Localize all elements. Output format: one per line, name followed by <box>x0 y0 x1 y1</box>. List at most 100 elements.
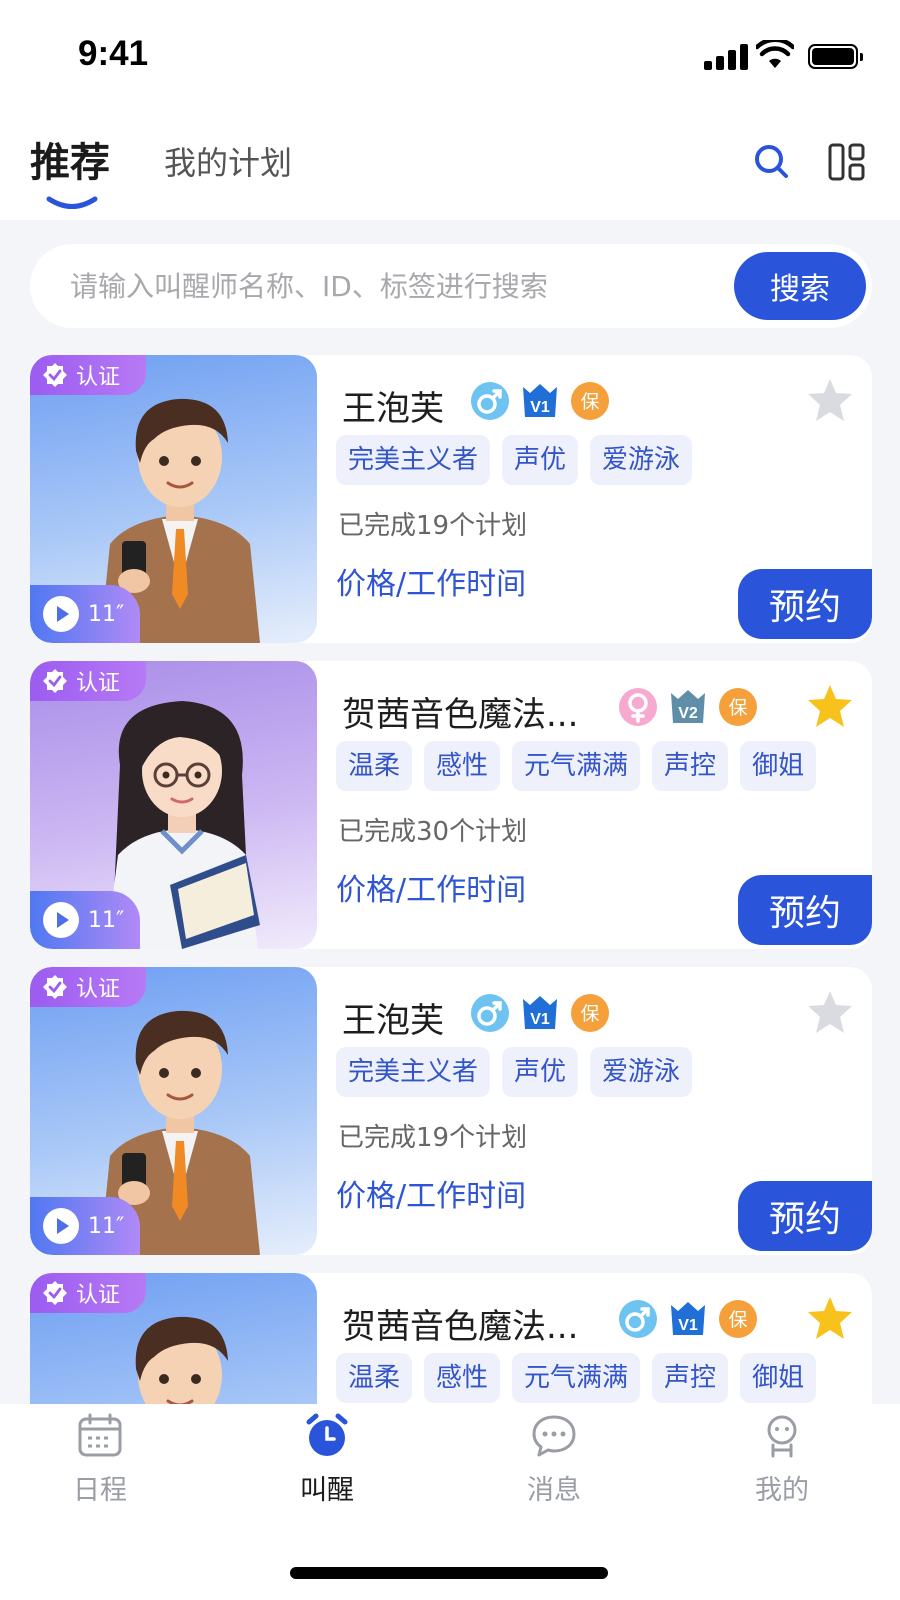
completed-count: 已完成30个计划 <box>338 817 528 847</box>
tag[interactable]: 温柔 <box>336 1353 413 1403</box>
nav-label-messages: 消息 <box>527 1475 581 1506</box>
verified-check-icon <box>43 975 67 999</box>
voice-preview-button[interactable]: 11″ <box>30 585 140 643</box>
level-badge-text: V1 <box>530 1011 550 1028</box>
level-badge-icon: V1 <box>523 384 557 417</box>
chat-icon <box>532 1415 576 1457</box>
search-button[interactable]: 搜索 <box>734 252 866 320</box>
nav-item-wake[interactable]: 叫醒 <box>267 1412 387 1512</box>
waker-name: 贺茜音色魔法... <box>342 695 579 735</box>
level-badge-text: V1 <box>678 1317 698 1334</box>
home-indicator <box>290 1567 608 1579</box>
tag-list: 温柔 感性 元气满满 声控 御姐 <box>336 741 828 791</box>
voice-preview-button[interactable]: 11″ <box>30 891 140 949</box>
female-icon <box>619 688 657 726</box>
top-tabs: 推荐 我的计划 <box>0 120 900 220</box>
alarm-clock-icon <box>306 1413 348 1456</box>
tag[interactable]: 元气满满 <box>512 1353 641 1403</box>
male-icon <box>471 994 509 1032</box>
tag[interactable]: 御姐 <box>740 1353 817 1403</box>
verified-label: 认证 <box>76 977 121 1002</box>
guarantee-badge-icon: 保 <box>719 1300 757 1338</box>
tag[interactable]: 完美主义者 <box>336 1047 491 1097</box>
tag[interactable]: 元气满满 <box>512 741 641 791</box>
book-button[interactable]: 预约 <box>738 875 872 945</box>
guarantee-badge-text: 保 <box>580 391 599 413</box>
book-button[interactable]: 预约 <box>738 569 872 639</box>
waker-card[interactable]: 认证 贺茜音色魔法... V1 保 温柔 感性 元气满满 声控 御姐 <box>30 1273 872 1404</box>
waker-name: 贺茜音色魔法... <box>342 1307 579 1347</box>
tab-active-indicator <box>46 196 98 209</box>
verified-label: 认证 <box>76 365 121 390</box>
male-icon <box>619 1300 657 1338</box>
profile-icon <box>767 1415 797 1458</box>
search-input[interactable] <box>70 244 690 328</box>
tag-list: 完美主义者 声优 爱游泳 <box>336 435 704 485</box>
guarantee-badge-text: 保 <box>728 697 747 719</box>
badge-group: V1 保 <box>470 381 620 421</box>
tag[interactable]: 感性 <box>424 741 501 791</box>
nav-item-profile[interactable]: 我的 <box>722 1412 842 1512</box>
avatar[interactable]: 认证 <box>30 1273 317 1404</box>
nav-label-wake: 叫醒 <box>300 1475 354 1506</box>
waker-name: 王泡芙 <box>342 389 444 429</box>
tag[interactable]: 爱游泳 <box>590 435 693 485</box>
waker-card[interactable]: 认证 11″ 贺茜音色魔法... V2 保 温柔 感性 元气满满声控 御姐 已完… <box>30 661 872 949</box>
tag[interactable]: 声控 <box>652 1353 729 1403</box>
guarantee-badge-icon: 保 <box>571 994 609 1032</box>
tab-recommend[interactable]: 推荐 <box>30 130 110 188</box>
badge-group: V1 保 <box>470 993 620 1033</box>
tab-my-plan[interactable]: 我的计划 <box>164 138 292 184</box>
search-bar: 搜索 <box>30 244 872 328</box>
price-worktime-link[interactable]: 价格/工作时间 <box>336 865 526 909</box>
nav-item-schedule[interactable]: 日程 <box>40 1412 160 1512</box>
book-button[interactable]: 预约 <box>738 1181 872 1251</box>
waker-card[interactable]: 认证 11″ 王泡芙 V1 保 完美主义者 声优 爱游泳 已完成19个计划 价格… <box>30 355 872 643</box>
search-icon[interactable] <box>752 142 792 182</box>
nav-item-messages[interactable]: 消息 <box>494 1412 614 1512</box>
price-worktime-link[interactable]: 价格/工作时间 <box>336 559 526 603</box>
verified-badge: 认证 <box>30 1273 146 1313</box>
tag[interactable]: 感性 <box>424 1353 501 1403</box>
price-worktime-link[interactable]: 价格/工作时间 <box>336 1171 526 1215</box>
guarantee-badge-text: 保 <box>728 1309 747 1331</box>
level-badge-icon: V1 <box>523 996 557 1029</box>
tag[interactable]: 声优 <box>502 1047 579 1097</box>
verified-check-icon <box>43 669 67 693</box>
favorite-star-icon[interactable] <box>806 989 854 1035</box>
voice-duration: 11″ <box>88 1213 125 1239</box>
status-bar: 9:41 <box>0 0 900 100</box>
guarantee-badge-icon: 保 <box>571 382 609 420</box>
tag[interactable]: 爱游泳 <box>590 1047 693 1097</box>
tag[interactable]: 完美主义者 <box>336 435 491 485</box>
favorite-star-icon[interactable] <box>806 683 854 729</box>
tag[interactable]: 温柔 <box>336 741 413 791</box>
level-badge-text: V2 <box>678 705 698 722</box>
verified-check-icon <box>43 1281 67 1305</box>
badge-group: V2 保 <box>618 687 768 727</box>
guarantee-badge-text: 保 <box>580 1003 599 1025</box>
favorite-star-icon[interactable] <box>806 377 854 423</box>
completed-count: 已完成19个计划 <box>338 511 528 541</box>
verified-label: 认证 <box>76 1283 121 1308</box>
verified-badge: 认证 <box>30 355 146 395</box>
tag[interactable]: 声控 <box>652 741 729 791</box>
avatar[interactable]: 认证 11″ <box>30 355 317 643</box>
favorite-star-icon[interactable] <box>806 1295 854 1341</box>
waker-card[interactable]: 认证 11″ 王泡芙 V1 保 完美主义者 声优 爱游泳 已完成19个计划 价格… <box>30 967 872 1255</box>
tag[interactable]: 声优 <box>502 435 579 485</box>
tag[interactable]: 御姐 <box>740 741 817 791</box>
voice-duration: 11″ <box>88 601 125 627</box>
avatar[interactable]: 认证 11″ <box>30 967 317 1255</box>
level-badge-icon: V1 <box>671 1302 705 1335</box>
nav-label-profile: 我的 <box>755 1475 809 1506</box>
completed-count: 已完成19个计划 <box>338 1123 528 1153</box>
voice-preview-button[interactable]: 11″ <box>30 1197 140 1255</box>
play-icon <box>43 1208 79 1244</box>
verified-badge: 认证 <box>30 967 146 1007</box>
voice-duration: 11″ <box>88 907 125 933</box>
layout-icon[interactable] <box>828 142 866 182</box>
badge-group: V1 保 <box>618 1299 768 1339</box>
waker-list: 认证 11″ 王泡芙 V1 保 完美主义者 声优 爱游泳 已完成19个计划 价格… <box>30 355 872 1404</box>
avatar[interactable]: 认证 11″ <box>30 661 317 949</box>
